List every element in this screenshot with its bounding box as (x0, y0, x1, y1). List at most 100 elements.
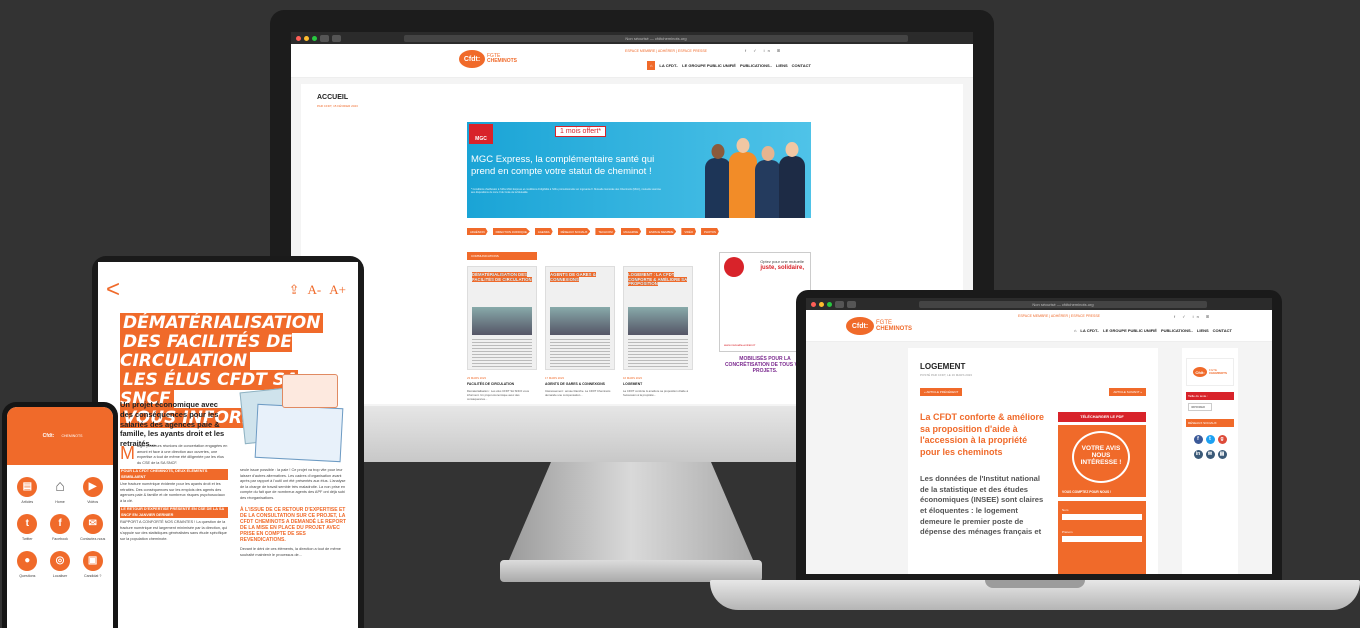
site-header: Cfdt: FGTE CHEMINOTS ESPACE MEMBRE | ADH… (291, 44, 973, 78)
minimize-window-icon[interactable] (819, 301, 824, 307)
app-tile-localiser[interactable]: ◎ Localiser (44, 551, 77, 578)
firstname-label: Prénom (1062, 530, 1073, 534)
app-tile-videos[interactable]: ▶ Vidéos (76, 477, 109, 504)
article-date: POSTÉ PAR CFDT, LE 16 MARS 2023 (920, 373, 972, 377)
post-thumbnail[interactable]: AGENTS DE GARES & CONNEXIONS (545, 266, 615, 370)
reader-tools: ⇪ A- A+ (289, 282, 346, 298)
menu-home[interactable]: ⌂ (647, 61, 656, 70)
social-links[interactable]: f ✓ in ⊞ (745, 48, 783, 53)
category-link[interactable]: PHOTOS (701, 228, 719, 235)
post-title[interactable]: LOGEMENT (623, 382, 693, 386)
app-tile-facebook[interactable]: f Facebook (44, 514, 77, 541)
linkedin-icon[interactable]: in (1193, 450, 1203, 459)
mgc-banner[interactable]: MGC 1 mois offert* MGC Express, la compl… (467, 122, 811, 218)
download-pdf-button[interactable]: TÉLÉCHARGER LE PDF (1058, 412, 1146, 422)
print-icon[interactable]: ▤ (1217, 450, 1227, 459)
font-size-control[interactable]: Taille du texte : (1186, 392, 1234, 400)
app-tile-contact[interactable]: ✉ Contactez-nous (76, 514, 109, 541)
print-button[interactable]: IMPRIMER (1188, 403, 1212, 411)
share-icon[interactable]: ⇪ (289, 282, 300, 298)
ad-url: www.mutuelle-entrain.fr (724, 343, 756, 347)
maximize-window-icon[interactable] (827, 301, 832, 307)
site-logo[interactable]: Cfdt: FGTE CHEMINOTS (846, 317, 912, 335)
twitter-icon[interactable]: t (1205, 435, 1215, 444)
social-links[interactable]: f ✓ in ⊞ (1174, 314, 1212, 319)
page-date: PAR CFDT, 15 FÉVRIER 2023 (317, 104, 358, 108)
back-nav-button[interactable] (320, 34, 329, 42)
maximize-window-icon[interactable] (312, 35, 317, 41)
post-title[interactable]: AGENTS DE GARES & CONNEXIONS (545, 382, 615, 386)
survey-foot: VOUS COMPTEZ POUR NOUS ! (1062, 490, 1112, 494)
menu-liens[interactable]: LIENS (1197, 328, 1209, 333)
next-article-button[interactable]: ARTICLE SUIVANT » (1109, 388, 1146, 396)
font-increase-button[interactable]: A+ (329, 282, 346, 298)
banner-headline: MGC Express, la complémentaire santé qui… (471, 154, 655, 178)
menu-la-cfdt[interactable]: LA CFDT.. (1080, 328, 1099, 333)
category-link[interactable]: ESPACE MEMBRE (646, 228, 677, 235)
name-field[interactable] (1062, 514, 1142, 520)
menu-publications[interactable]: PUBLICATIONS.. (1161, 328, 1193, 333)
app-tile-home[interactable]: ⌂ Home (44, 477, 77, 504)
menu-contact[interactable]: CONTACT (1213, 328, 1232, 333)
menu-la-cfdt[interactable]: LA CFDT.. (659, 63, 678, 68)
post-card[interactable]: LOGEMENT : LA CFDT CONFORTE & AMÉLIORE S… (623, 266, 693, 398)
candidate-icon: ▣ (82, 551, 103, 571)
app-tile-questions[interactable]: ● Questions (11, 551, 44, 578)
back-arrow-icon[interactable]: < (106, 276, 120, 304)
tablet-screen: < ⇪ A- A+ DÉMATÉRIALISATION DES FACILITÉ… (98, 262, 358, 628)
back-nav-button[interactable] (835, 300, 844, 308)
category-link[interactable]: VIDÉO (681, 228, 697, 235)
close-window-icon[interactable] (811, 301, 816, 307)
category-link[interactable]: RÉSEAUX SOCIAUX (557, 228, 591, 235)
firstname-field[interactable] (1062, 536, 1142, 542)
facebook-icon[interactable]: f (1193, 435, 1203, 444)
menu-liens[interactable]: LIENS (776, 63, 788, 68)
monitor-foot (500, 560, 762, 582)
app-tile-twitter[interactable]: t Twitter (11, 514, 44, 541)
font-decrease-button[interactable]: A- (308, 282, 322, 298)
app-tile-articles[interactable]: ▤ Articles (11, 477, 44, 504)
minimize-window-icon[interactable] (304, 35, 309, 41)
post-thumbnail[interactable]: DÉMATÉRIALISATION DES FACILITÉS DE CIRCU… (467, 266, 537, 370)
article-title: LOGEMENT (920, 362, 966, 371)
menu-groupe-public[interactable]: LE GROUPE PUBLIC UNIFIÉ (1103, 328, 1157, 333)
post-date: 17 MARS 2023 (545, 376, 564, 380)
category-link[interactable]: MAGAZINE (620, 228, 642, 235)
forward-nav-button[interactable] (332, 34, 341, 42)
browser-toolbar: Non sécurisé — cfdtcheminots.org (291, 32, 973, 44)
category-link[interactable]: TECHCOM (595, 228, 616, 235)
menu-contact[interactable]: CONTACT (792, 63, 811, 68)
address-bar[interactable]: Non sécurisé — cfdtcheminots.org (404, 34, 908, 42)
menu-groupe-public[interactable]: LE GROUPE PUBLIC UNIFIÉ (682, 63, 736, 68)
menu-home[interactable]: ⌂ (1074, 328, 1076, 333)
forward-nav-button[interactable] (847, 300, 856, 308)
monitor-stand (506, 462, 756, 567)
category-link[interactable]: AGENDA (534, 228, 553, 235)
menu-publications[interactable]: PUBLICATIONS.. (740, 63, 772, 68)
top-links[interactable]: ESPACE MEMBRE | ADHÉRER | ESPACE PRESSE (625, 49, 707, 53)
survey-poster[interactable]: VOTRE AVIS NOUS INTÉRESSE ! VOUS COMPTEZ… (1058, 425, 1146, 497)
banner-offer: 1 mois offert* (555, 126, 607, 137)
laptop: Non sécurisé — cfdtcheminots.org Cfdt: F… (796, 290, 1282, 588)
app-tile-candidat[interactable]: ▣ Candidat ? (76, 551, 109, 578)
site-logo[interactable]: Cfdt: FGTE CHEMINOTS (459, 50, 517, 68)
post-title[interactable]: FACILITÉS DE CIRCULATION (467, 382, 537, 386)
category-link[interactable]: DIRECTION JURIDIQUE (492, 228, 530, 235)
top-links[interactable]: ESPACE MEMBRE | ADHÉRER | ESPACE PRESSE (1018, 314, 1100, 318)
post-card[interactable]: AGENTS DE GARES & CONNEXIONS 17 MARS 202… (545, 266, 615, 398)
googleplus-icon[interactable]: g (1217, 435, 1227, 444)
post-thumbnail[interactable]: LOGEMENT : LA CFDT CONFORTE & AMÉLIORE S… (623, 266, 693, 370)
category-link[interactable]: ADHÉSION (467, 228, 488, 235)
article-sidebar: TÉLÉCHARGER LE PDF VOTRE AVIS NOUS INTÉR… (1058, 412, 1146, 574)
banner-person (705, 144, 731, 218)
home-icon: ⌂ (55, 478, 65, 495)
post-card[interactable]: DÉMATÉRIALISATION DES FACILITÉS DE CIRCU… (467, 266, 537, 402)
widget-logo[interactable]: Cfdt: FGTE CHEMINOTS (1186, 358, 1234, 386)
close-window-icon[interactable] (296, 35, 301, 41)
logo-text: FGTE CHEMINOTS (487, 53, 517, 64)
mail-icon[interactable]: ✉ (1205, 450, 1215, 459)
address-bar[interactable]: Non sécurisé — cfdtcheminots.org (919, 300, 1207, 308)
post-excerpt: Dématérialisation : Les élus CFDT SA SNC… (467, 389, 529, 401)
prev-article-button[interactable]: « ARTICLE PRÉCÉDENT (920, 388, 963, 396)
heart-icon (724, 257, 744, 277)
